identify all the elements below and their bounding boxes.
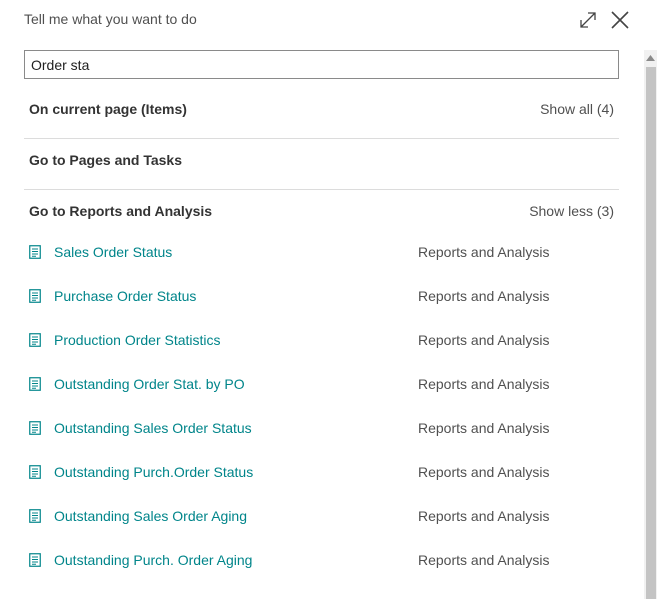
result-row[interactable]: Outstanding Order Stat. by PO Reports and… (24, 369, 619, 399)
section-current-page: On current page (Items) Show all (4) (24, 97, 619, 121)
expand-icon (580, 12, 596, 28)
search-input[interactable] (25, 51, 618, 78)
result-category: Reports and Analysis (418, 244, 550, 260)
result-category: Reports and Analysis (418, 508, 550, 524)
show-all-link[interactable]: Show all (4) (540, 101, 614, 117)
report-icon (29, 509, 41, 523)
scroll-up-button[interactable] (644, 50, 657, 66)
chevron-up-icon (646, 55, 655, 61)
result-category: Reports and Analysis (418, 420, 550, 436)
section-reports-title: Go to Reports and Analysis (29, 203, 213, 219)
result-name[interactable]: Outstanding Purch. Order Aging (54, 552, 252, 568)
scroll-thumb[interactable] (646, 67, 656, 599)
result-name[interactable]: Outstanding Order Stat. by PO (54, 376, 245, 392)
report-icon (29, 553, 41, 567)
result-name[interactable]: Production Order Statistics (54, 332, 221, 348)
report-icon (29, 333, 41, 347)
scrollbar[interactable] (644, 50, 657, 599)
result-row[interactable]: Production Order Statistics Reports and A… (24, 325, 619, 355)
result-row[interactable]: Outstanding Sales Order Status Reports an… (24, 413, 619, 443)
report-icon (29, 465, 41, 479)
result-name[interactable]: Outstanding Sales Order Aging (54, 508, 247, 524)
result-row[interactable]: Purchase Order Status Reports and Analysi… (24, 281, 619, 311)
section-pages-tasks[interactable]: Go to Pages and Tasks (24, 148, 619, 172)
report-icon (29, 377, 41, 391)
result-row[interactable]: Outstanding Sales Order Aging Reports and… (24, 501, 619, 531)
section-reports: Go to Reports and Analysis Show less (3) (24, 199, 619, 223)
result-name[interactable]: Outstanding Sales Order Status (54, 420, 252, 436)
report-icon (29, 245, 41, 259)
result-category: Reports and Analysis (418, 376, 550, 392)
result-name[interactable]: Purchase Order Status (54, 288, 196, 304)
result-category: Reports and Analysis (418, 332, 550, 348)
divider (24, 189, 619, 190)
result-row[interactable]: Outstanding Purch. Order Aging Reports an… (24, 545, 619, 575)
search-field[interactable] (24, 50, 619, 79)
result-row[interactable]: Outstanding Purch.Order Status Reports an… (24, 457, 619, 487)
result-category: Reports and Analysis (418, 288, 550, 304)
result-category: Reports and Analysis (418, 464, 550, 480)
close-button[interactable] (608, 8, 632, 32)
report-icon (29, 421, 41, 435)
result-name[interactable]: Sales Order Status (54, 244, 172, 260)
report-icon (29, 289, 41, 303)
divider (24, 138, 619, 139)
close-icon (611, 11, 629, 29)
show-less-link[interactable]: Show less (3) (529, 203, 614, 219)
dialog-header: Tell me what you want to do (24, 10, 657, 30)
dialog-title: Tell me what you want to do (24, 11, 197, 27)
section-current-page-title: On current page (Items) (29, 101, 187, 117)
result-row[interactable]: Sales Order Status Reports and Analysis (24, 237, 619, 267)
result-name[interactable]: Outstanding Purch.Order Status (54, 464, 253, 480)
section-pages-tasks-title: Go to Pages and Tasks (29, 152, 183, 168)
expand-button[interactable] (576, 8, 600, 32)
result-category: Reports and Analysis (418, 552, 550, 568)
